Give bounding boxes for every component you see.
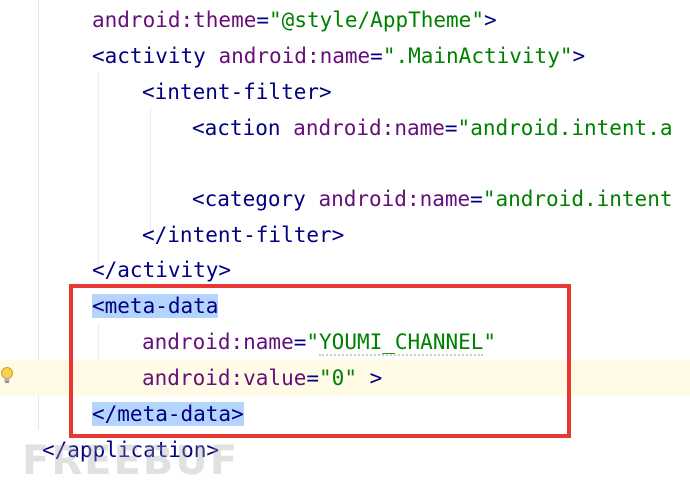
code-line-intent-filter-close[interactable]: </intent-filter> (142, 217, 344, 253)
code-editor[interactable]: android:theme="@style/AppTheme"> <activi… (0, 0, 690, 492)
equals-sign: = (470, 187, 483, 211)
tag-name: <category (192, 187, 306, 211)
attribute-value: "android.intent.a (457, 116, 673, 140)
attribute-name: android:name (318, 187, 471, 211)
code-line-theme[interactable]: android:theme="@style/AppTheme"> (92, 2, 497, 38)
lightbulb-icon[interactable] (0, 366, 14, 386)
tag-bracket: > (483, 8, 497, 32)
attribute-name: android:theme (92, 8, 257, 32)
watermark: FREEBUF (22, 438, 240, 484)
tag-name: </intent-filter> (142, 223, 345, 247)
attribute-name: android:name (293, 116, 445, 140)
code-line-activity-close[interactable]: </activity> (92, 252, 231, 288)
equals-sign: = (370, 44, 383, 68)
attribute-value: "android.intent (482, 187, 673, 211)
tag-name: <action (192, 116, 281, 140)
tag-bracket: > (572, 44, 586, 68)
annotation-highlight-box (69, 284, 571, 438)
attribute-value: "@style/AppTheme" (269, 8, 484, 32)
tag-name: <intent-filter> (142, 80, 332, 104)
equals-sign: = (256, 8, 270, 32)
attribute-value: ".MainActivity" (382, 44, 573, 68)
code-line-category[interactable]: <category android:name="android.intent (192, 181, 672, 217)
tag-name: <activity (92, 44, 206, 68)
code-line-intent-filter-open[interactable]: <intent-filter> (142, 74, 332, 110)
code-line-activity-open[interactable]: <activity android:name=".MainActivity"> (92, 38, 585, 74)
indent-guide (98, 72, 99, 268)
indent-guide (150, 108, 151, 232)
equals-sign: = (444, 116, 458, 140)
code-line-action[interactable]: <action android:name="android.intent.a (192, 110, 672, 146)
attribute-name: android:name (218, 44, 371, 68)
tag-name: </activity> (92, 258, 232, 282)
